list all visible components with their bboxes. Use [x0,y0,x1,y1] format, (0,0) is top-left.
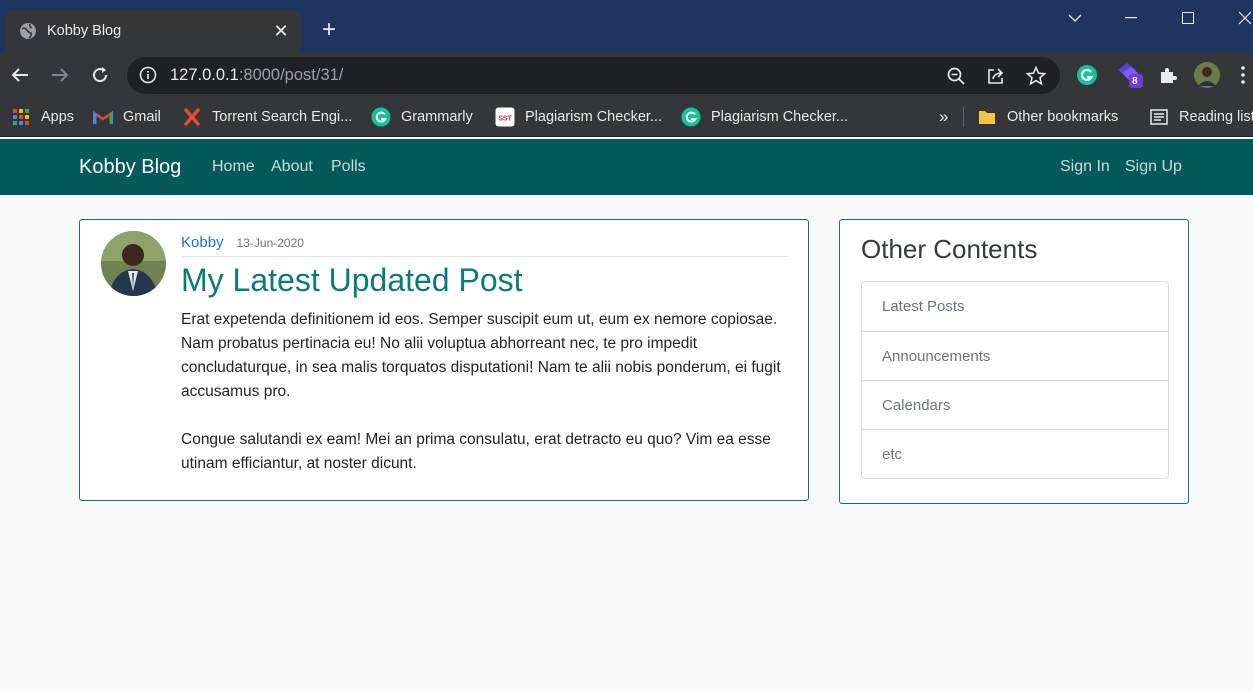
puzzle-extensions-icon[interactable] [1156,63,1180,87]
bookmark-grammarly[interactable]: Grammarly [371,106,473,128]
bookmarks-divider [963,107,964,127]
sidebar-item-calendars[interactable]: Calendars [862,380,1168,429]
post-author-link[interactable]: Kobby [181,234,224,251]
bookmark-label: Plagiarism Checker... [711,109,848,125]
sidebar-list: Latest Posts Announcements Calendars etc [861,281,1169,479]
nav-polls-link[interactable]: Polls [331,158,366,176]
profile-avatar[interactable] [1194,62,1220,88]
sidebar-item-etc[interactable]: etc [862,429,1168,478]
bookmark-plagiarism-checker-sst[interactable]: SST Plagiarism Checker... [495,106,662,128]
extension-badge-icon[interactable]: 8 [1116,63,1146,88]
forward-arrow-icon[interactable] [46,61,74,89]
browser-title-bar: Kobby Blog ✕ + [0,0,1253,52]
bookmark-apps[interactable]: Apps [11,106,74,128]
folder-icon [977,107,997,127]
tab-title: Kobby Blog [47,23,122,39]
nav-about-link[interactable]: About [271,158,313,176]
bookmark-gmail[interactable]: Gmail [93,106,161,128]
close-window-button[interactable] [1217,0,1253,36]
bookmark-label: Grammarly [401,109,473,125]
bookmark-label: Torrent Search Engi... [212,109,353,125]
sidebar-title: Other Contents [861,234,1038,264]
browser-tab[interactable]: Kobby Blog ✕ [5,10,301,52]
close-tab-icon[interactable]: ✕ [271,21,291,42]
bookmarks-bar: Apps Gmail Torrent Search Engi... Gramma… [0,98,1253,137]
bookmark-star-icon[interactable] [1025,65,1047,87]
globe-icon [19,22,37,40]
bookmark-label: Other bookmarks [1007,109,1119,125]
url-host: 127.0.0.1 [170,66,239,84]
maximize-button[interactable] [1160,0,1216,36]
sidebar-item-announcements[interactable]: Announcements [862,331,1168,380]
post-meta: Kobby 13-Jun-2020 [181,234,788,257]
url-path: :8000/post/31/ [238,66,344,84]
bookmarks-overflow-button[interactable]: » [939,106,948,128]
back-arrow-icon[interactable] [6,61,34,89]
bookmark-label: Plagiarism Checker... [525,109,662,125]
post-paragraph: Erat expetenda definitionem id eos. Semp… [181,311,781,400]
reload-icon[interactable] [86,61,114,89]
tab-search-button[interactable] [1047,0,1103,36]
sidebar-card: Other Contents Latest Posts Announcement… [839,219,1189,504]
post-title[interactable]: My Latest Updated Post [181,262,523,299]
sidebar-item-latest-posts[interactable]: Latest Posts [862,282,1168,331]
bookmark-label: Gmail [123,109,161,125]
torrent-icon [182,107,202,127]
bookmark-plagiarism-checker-grammarly[interactable]: Plagiarism Checker... [681,106,848,128]
address-bar[interactable]: 127.0.0.1:8000/post/31/ [127,57,1060,94]
apps-grid-icon [11,107,31,127]
bookmark-label: Apps [41,109,75,125]
site-info-icon[interactable] [139,66,157,84]
nav-home-link[interactable]: Home [212,158,255,176]
minimize-button[interactable] [1103,0,1159,36]
gmail-icon [93,107,113,127]
browser-menu-icon[interactable] [1236,63,1250,87]
sign-in-link[interactable]: Sign In [1060,158,1110,176]
reading-list-button[interactable]: Reading list [1149,106,1253,128]
reading-list-icon [1149,107,1169,127]
url-text[interactable]: 127.0.0.1:8000/post/31/ [170,66,343,85]
post-date: 13-Jun-2020 [236,236,304,250]
grammarly-icon [371,107,391,127]
bookmark-torrent-search[interactable]: Torrent Search Engi... [182,106,352,128]
share-icon[interactable] [985,65,1007,87]
sign-up-link[interactable]: Sign Up [1125,158,1182,176]
zoom-icon[interactable] [945,65,967,87]
post-card: Kobby 13-Jun-2020 My Latest Updated Post… [79,219,809,501]
bookmark-other-bookmarks[interactable]: Other bookmarks [977,106,1118,128]
site-brand[interactable]: Kobby Blog [79,156,181,179]
author-avatar [101,231,166,296]
grammarly-icon [681,107,701,127]
grammarly-extension-icon[interactable] [1075,63,1099,87]
svg-text:SST: SST [498,116,512,123]
new-tab-button[interactable]: + [315,16,343,44]
sst-icon: SST [495,107,515,127]
bookmark-label: Reading list [1179,109,1253,125]
extension-badge-count: 8 [1132,76,1138,87]
post-paragraph: Congue salutandi ex eam! Mei an prima co… [181,431,771,472]
post-body: Erat expetenda definitionem id eos. Semp… [181,308,793,476]
site-navbar: Kobby Blog Home About Polls Sign In Sign… [0,139,1253,195]
